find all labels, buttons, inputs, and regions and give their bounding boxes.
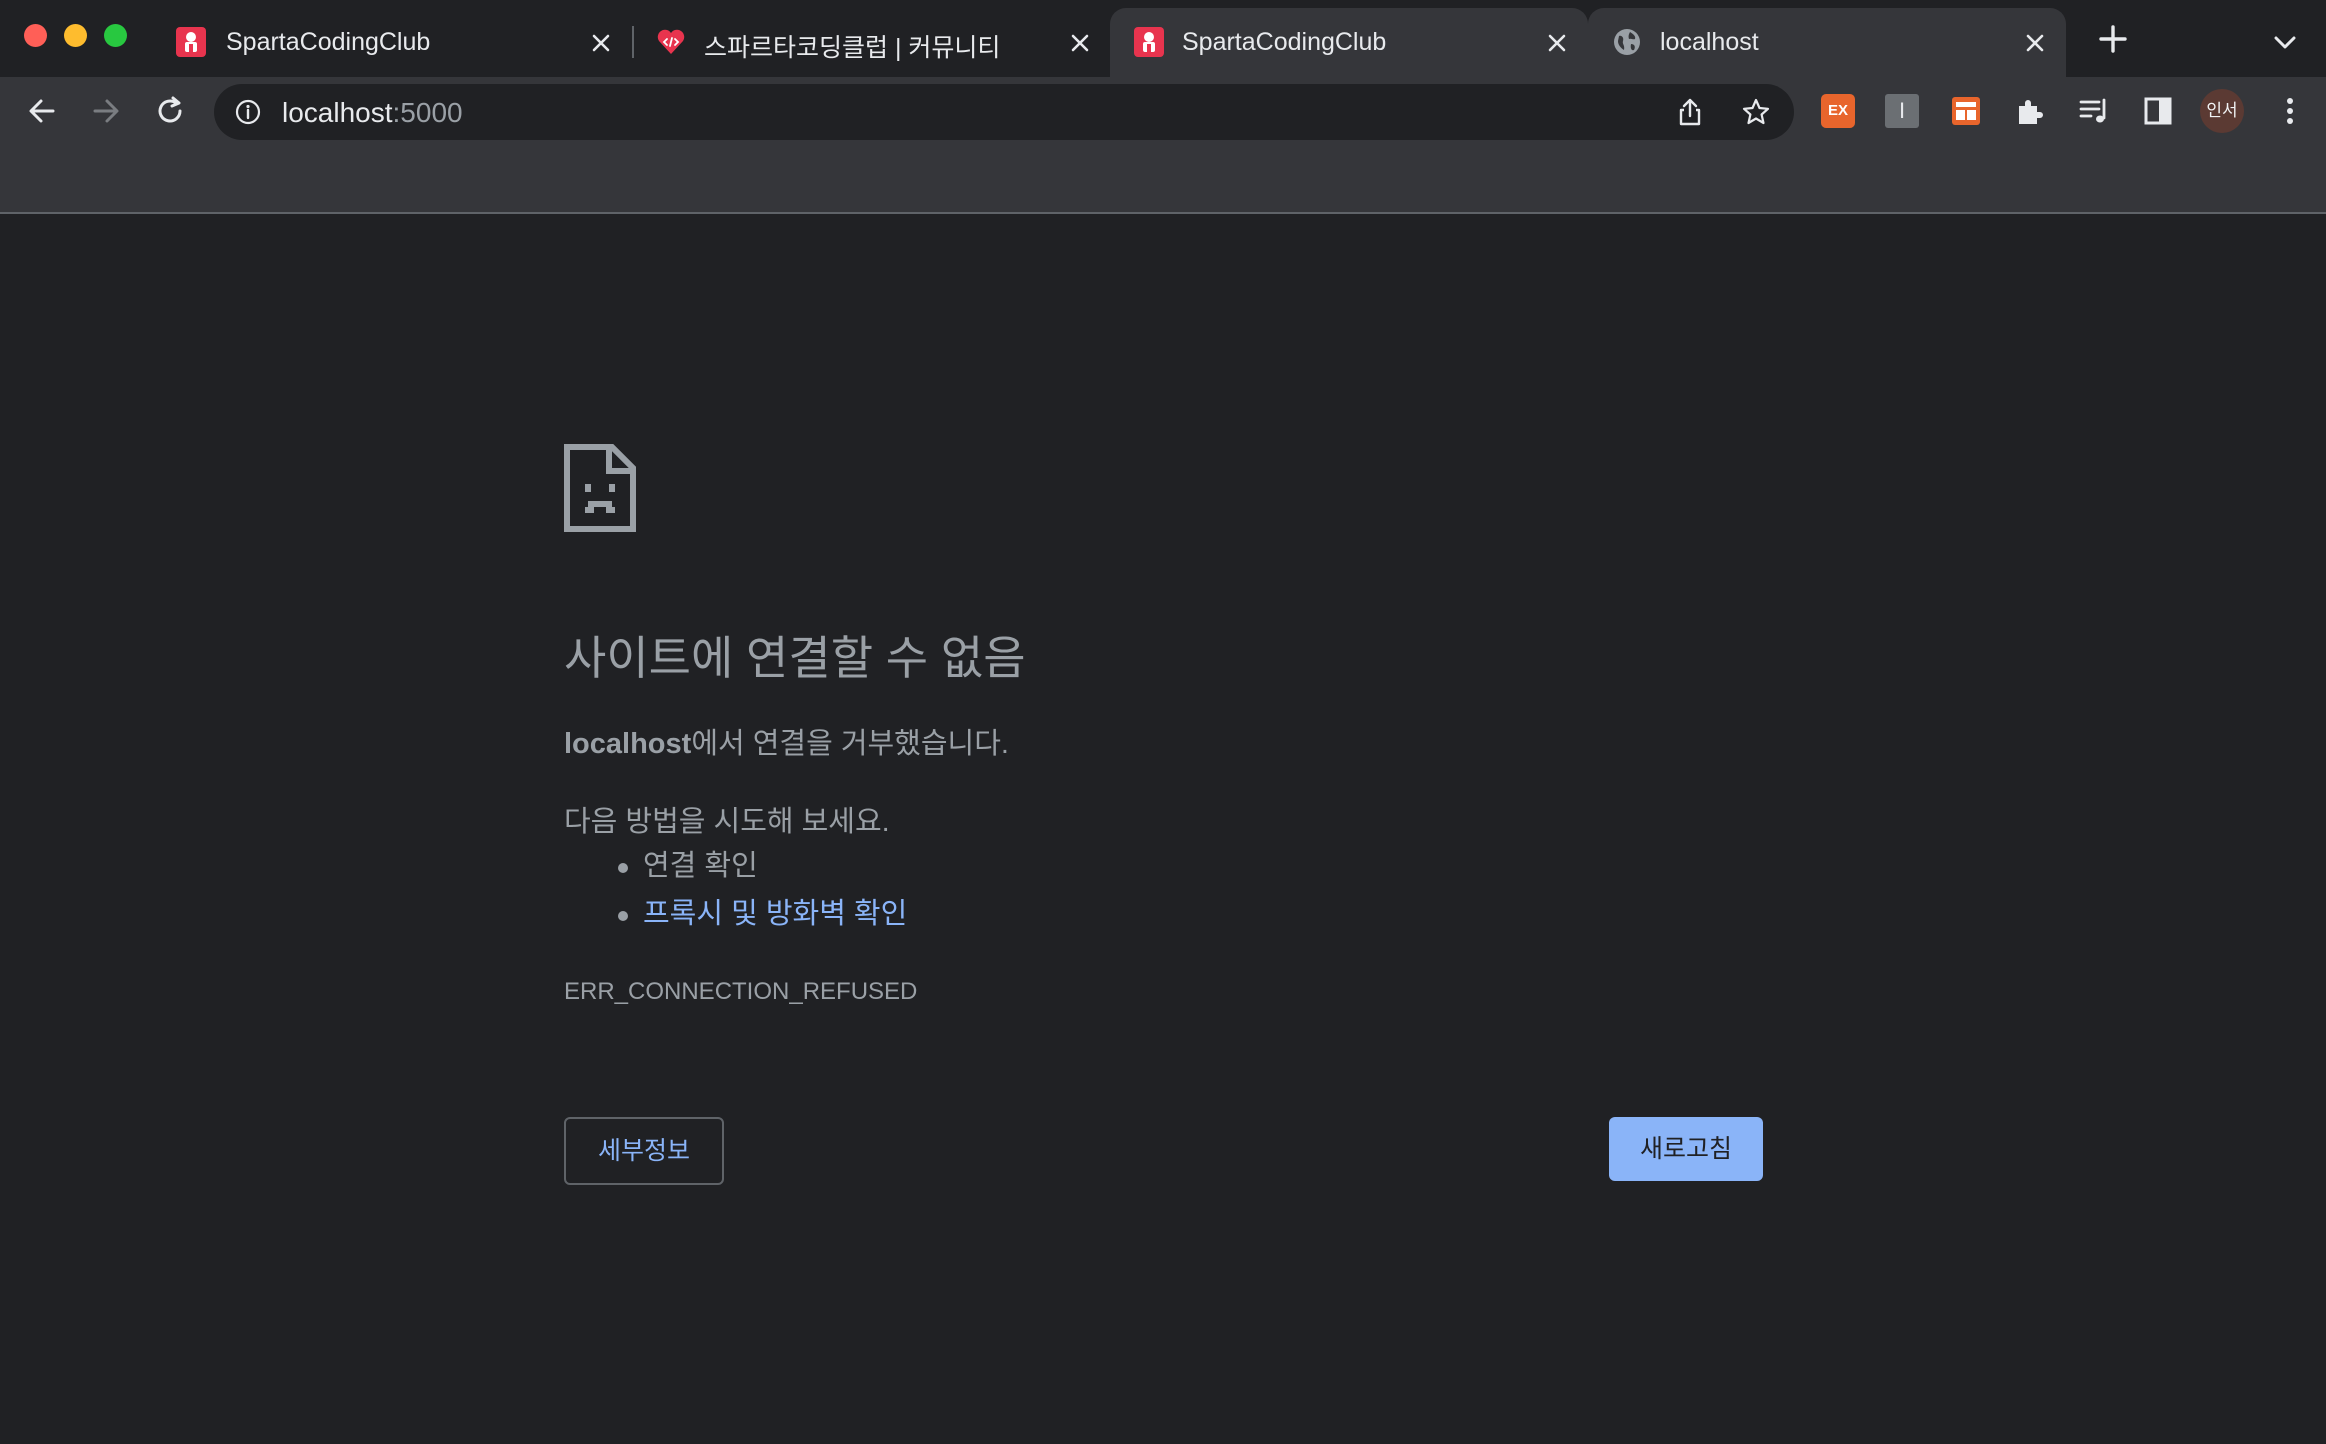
close-icon[interactable] [2020, 28, 2050, 58]
sparta-favicon-icon [1134, 27, 1164, 57]
tab-strip: SpartaCodingClub 스파르타코딩클럽 | 커뮤니티 SpartaC… [0, 0, 2326, 77]
window-close-button[interactable] [24, 24, 47, 47]
error-page: 사이트에 연결할 수 없음 localhost에서 연결을 거부했습니다. 다음… [0, 214, 2326, 1444]
reload-icon[interactable] [152, 93, 188, 129]
refused-text: 에서 연결을 거부했습니다. [691, 728, 1009, 760]
tab-localhost[interactable]: localhost [1588, 8, 2066, 77]
globe-icon [1614, 29, 1640, 55]
tab-separator [632, 26, 634, 58]
back-arrow-icon[interactable] [24, 93, 60, 129]
layout-extension-icon[interactable] [1949, 94, 1983, 128]
i-extension-icon[interactable]: I [1885, 94, 1919, 128]
tab-spartacodingclub-1[interactable]: SpartaCodingClub [156, 8, 626, 77]
try-message: 다음 방법을 시도해 보세요. [564, 806, 890, 838]
media-queue-icon[interactable] [2077, 94, 2111, 128]
suggestion-list: 연결 확인 프록시 및 방화벽 확인 [564, 842, 907, 938]
tab-title: SpartaCodingClub [226, 28, 431, 56]
ex-extension-icon[interactable]: EX [1821, 94, 1855, 128]
error-host: localhost [564, 728, 692, 760]
puzzle-extensions-icon[interactable] [2013, 94, 2047, 128]
window-minimize-button[interactable] [64, 24, 87, 47]
close-icon[interactable] [1542, 28, 1572, 58]
suggestion-check-proxy-firewall-link[interactable]: 프록시 및 방화벽 확인 [564, 890, 907, 938]
url-text: localhost:5000 [282, 97, 463, 129]
suggestion-check-connection: 연결 확인 [564, 842, 907, 890]
browser-toolbar: localhost:5000 EX I 인서 [0, 77, 2326, 145]
chevron-down-icon[interactable] [2270, 28, 2300, 58]
info-icon[interactable] [234, 98, 262, 126]
side-panel-icon[interactable] [2141, 94, 2175, 128]
tab-title: 스파르타코딩클럽 | 커뮤니티 [704, 34, 1001, 62]
tab-spartacodingclub-2[interactable]: SpartaCodingClub [1110, 8, 1588, 77]
window-zoom-button[interactable] [104, 24, 127, 47]
tab-title: SpartaCodingClub [1182, 28, 1387, 56]
tab-title: localhost [1660, 28, 1759, 56]
sparta-favicon-icon [176, 27, 206, 57]
bookmarks-bar [0, 145, 2326, 214]
details-button[interactable]: 세부정보 [564, 1117, 724, 1185]
url-host: localhost [282, 97, 393, 128]
reload-button[interactable]: 새로고침 [1609, 1117, 1763, 1181]
more-menu-icon[interactable] [2272, 93, 2308, 129]
new-tab-icon[interactable] [2096, 22, 2130, 56]
profile-avatar[interactable]: 인서 [2200, 89, 2244, 133]
refused-message: localhost에서 연결을 거부했습니다. [564, 720, 1009, 762]
sad-document-icon [564, 444, 636, 532]
bookmark-star-icon[interactable] [1740, 96, 1772, 128]
error-heading: 사이트에 연결할 수 없음 [564, 632, 1026, 684]
close-icon[interactable] [1065, 28, 1095, 58]
url-port: :5000 [392, 97, 463, 128]
close-icon[interactable] [586, 28, 616, 58]
forward-arrow-icon[interactable] [88, 93, 124, 129]
tab-community[interactable]: 스파르타코딩클럽 | 커뮤니티 [640, 8, 1110, 77]
address-bar[interactable]: localhost:5000 [214, 84, 1794, 140]
share-icon[interactable] [1674, 96, 1706, 128]
error-code: ERR_CONNECTION_REFUSED [564, 978, 918, 1005]
community-favicon-icon [657, 29, 685, 54]
